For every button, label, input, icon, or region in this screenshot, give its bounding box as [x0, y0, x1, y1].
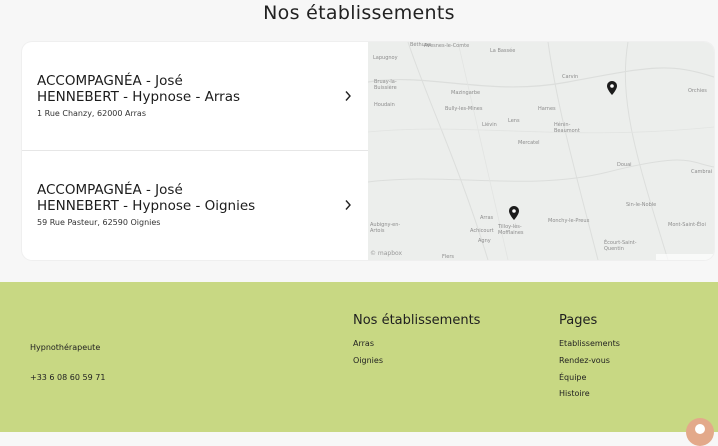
map-label: Harnes: [538, 106, 556, 112]
footer-link-rendez-vous[interactable]: Rendez-vous: [559, 356, 610, 365]
chat-bubble-button[interactable]: [686, 418, 714, 446]
map-label: Arras: [480, 215, 494, 221]
map-label: Aubigny-en-Artois: [370, 222, 401, 234]
page-title: Nos établissements: [263, 2, 455, 24]
location-address: 1 Rue Chanzy, 62000 Arras: [37, 109, 146, 118]
map-roads: [368, 42, 714, 260]
footer-link-etablissements[interactable]: Etablissements: [559, 339, 620, 348]
location-name-line1: ACCOMPAGNÉA - José: [37, 73, 183, 89]
footer-link-oignies[interactable]: Oignies: [353, 356, 383, 365]
map-label: Carvin: [562, 74, 579, 80]
location-name-line2: HENNEBERT - Hypnose - Oignies: [37, 198, 256, 214]
map-label: Bruay-la-Buissière: [374, 79, 397, 91]
map-label: Houdain: [374, 102, 395, 108]
establishments-card: ACCOMPAGNÉA - José HENNEBERT - Hypnose -…: [22, 42, 714, 260]
footer-link-equipe[interactable]: Équipe: [559, 373, 586, 382]
map-label: Agny: [478, 238, 491, 244]
mapbox-logo: © mapbox: [370, 250, 403, 257]
footer-link-arras[interactable]: Arras: [353, 339, 374, 348]
footer-col-title-establishments: Nos établissements: [353, 313, 481, 328]
footer-phone[interactable]: +33 6 08 60 59 71: [30, 373, 105, 382]
map-label: Achicourt: [470, 228, 494, 234]
chevron-right-icon[interactable]: [344, 90, 352, 102]
chat-icon: [695, 424, 705, 434]
location-name: ACCOMPAGNÉA - José HENNEBERT - Hypnose -…: [37, 182, 297, 214]
location-name-line2: HENNEBERT - Hypnose - Arras: [37, 89, 241, 105]
map-label: Lens: [508, 118, 520, 124]
map[interactable]: Béthune Bruay-la-Buissière Houdain Bully…: [368, 42, 714, 260]
footer-link-histoire[interactable]: Histoire: [559, 389, 590, 398]
map-label: Sin-le-Noble: [626, 202, 657, 208]
map-label: Orchies: [688, 88, 707, 94]
establishments-list: ACCOMPAGNÉA - José HENNEBERT - Hypnose -…: [22, 42, 368, 260]
footer-role: Hypnothérapeute: [30, 343, 101, 352]
footer-col-title-pages: Pages: [559, 313, 598, 328]
map-attribution[interactable]: [656, 254, 714, 260]
map-label: Flers: [442, 254, 455, 260]
map-label: Lapugnoy: [373, 55, 398, 61]
map-label: Mercatel: [518, 140, 540, 146]
map-label: Mont-Saint-Éloi: [668, 222, 706, 228]
footer: Hypnothérapeute +33 6 08 60 59 71 Nos ét…: [0, 282, 718, 432]
location-address: 59 Rue Pasteur, 62590 Oignies: [37, 218, 161, 227]
map-pin-icon[interactable]: [607, 81, 617, 95]
map-label: Cambrai: [691, 169, 713, 175]
map-label: Avesnes-le-Comte: [424, 43, 470, 49]
map-label: Écourt-Saint-Quentin: [604, 240, 637, 252]
map-label: Bully-les-Mines: [445, 106, 483, 112]
chevron-right-icon[interactable]: [344, 199, 352, 211]
map-label: Mazingarbe: [451, 90, 481, 96]
location-name: ACCOMPAGNÉA - José HENNEBERT - Hypnose -…: [37, 73, 297, 105]
map-label: La Bassée: [490, 48, 516, 54]
map-label: Douai: [617, 162, 632, 168]
map-label: Tilloy-lès-Mofflaines: [498, 224, 524, 236]
location-name-line1: ACCOMPAGNÉA - José: [37, 182, 183, 198]
map-label: Liévin: [482, 122, 497, 128]
map-label: Monchy-le-Preux: [548, 218, 590, 224]
location-item-oignies[interactable]: ACCOMPAGNÉA - José HENNEBERT - Hypnose -…: [22, 151, 368, 259]
location-item-arras[interactable]: ACCOMPAGNÉA - José HENNEBERT - Hypnose -…: [22, 42, 368, 151]
map-label: Hénin-Beaumont: [554, 122, 580, 134]
map-pin-icon[interactable]: [509, 206, 519, 220]
